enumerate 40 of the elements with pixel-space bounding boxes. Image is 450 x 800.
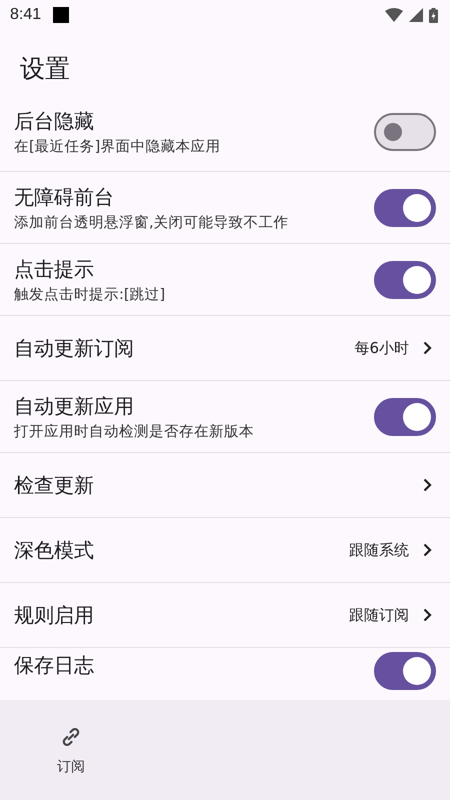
settings-row[interactable]: 后台隐藏 在[最近任务]界面中隐藏本应用 [0, 92, 450, 172]
setting-label: 后台隐藏 [14, 108, 95, 134]
wifi-icon [385, 8, 403, 22]
setting-value: 跟随订阅 [349, 606, 409, 624]
setting-label: 检查更新 [14, 472, 95, 498]
chevron-right-icon [423, 341, 432, 355]
setting-value: 跟随系统 [349, 540, 409, 560]
setting-description: 添加前台透明悬浮窗,关闭可能导致不工作 [14, 214, 290, 232]
settings-row[interactable]: 深色模式 跟随系统 [0, 518, 450, 583]
setting-description: 在[最近任务]界面中隐藏本应用 [14, 138, 222, 156]
toggle-switch[interactable] [374, 112, 436, 150]
setting-description: 打开应用时自动检测是否存在新版本 [14, 422, 255, 440]
settings-row[interactable]: 自动更新应用 打开应用时自动检测是否存在新版本 [0, 381, 450, 453]
settings-row[interactable]: 规则启用 跟随订阅 [0, 583, 450, 648]
settings-row[interactable]: 自动更新订阅 每6小时 [0, 316, 450, 381]
setting-label: 点击提示 [14, 256, 95, 282]
setting-value: 每6小时 [354, 338, 409, 358]
setting-description: 触发点击时提示:[跳过] [14, 286, 166, 304]
nav-tab[interactable]: 订阅 [0, 700, 142, 800]
setting-label: 自动更新订阅 [14, 334, 135, 362]
settings-row[interactable]: 点击提示 触发点击时提示:[跳过] [0, 244, 450, 316]
page-title: 设置 [19, 53, 71, 85]
setting-label: 保存日志 [14, 652, 95, 679]
settings-row[interactable]: 无障碍前台 添加前台透明悬浮窗,关闭可能导致不工作 [0, 172, 450, 244]
settings-row[interactable]: 检查更新 [0, 453, 450, 518]
chevron-right-icon [423, 543, 432, 557]
status-time: 8:41 [10, 6, 42, 24]
toggle-switch[interactable] [374, 188, 436, 226]
toggle-switch[interactable] [374, 398, 436, 436]
notification-icon [53, 7, 70, 23]
toggle-switch[interactable] [374, 652, 436, 690]
toggle-switch[interactable] [374, 260, 436, 298]
chevron-right-icon [423, 608, 432, 622]
setting-label: 规则启用 [14, 602, 95, 628]
setting-label: 深色模式 [14, 536, 95, 564]
setting-label: 自动更新应用 [14, 392, 135, 420]
battery-icon [429, 8, 438, 22]
chevron-right-icon [423, 478, 432, 492]
setting-label: 无障碍前台 [14, 184, 115, 210]
signal-icon [409, 8, 423, 22]
